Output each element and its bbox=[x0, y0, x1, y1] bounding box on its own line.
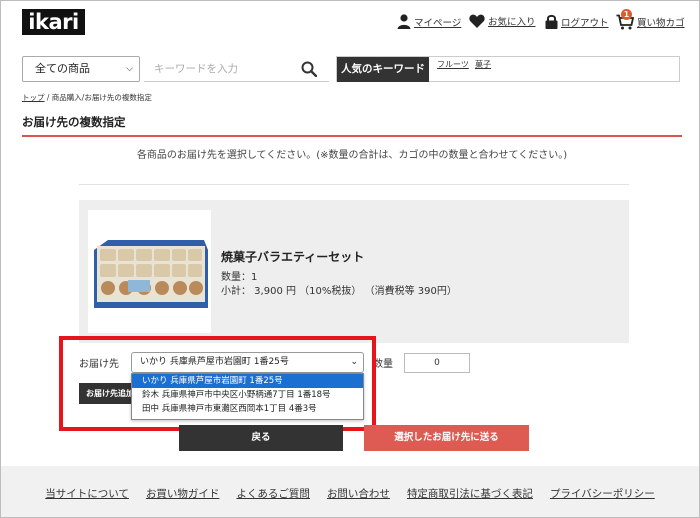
logout-link[interactable]: ログアウト bbox=[545, 14, 609, 29]
footer: 当サイトについて お買い物ガイド よくあるご質問 お問い合わせ 特定商取引法に基… bbox=[1, 466, 699, 517]
footer-link[interactable]: お問い合わせ bbox=[327, 486, 390, 501]
user-icon bbox=[397, 14, 411, 29]
title-divider bbox=[22, 135, 682, 137]
favorites-link[interactable]: お気に入り bbox=[469, 14, 536, 28]
instructions-text: 各商品のお届け先を選択してください。(※数量の合計は、カゴの中の数量と合わせてく… bbox=[136, 150, 568, 161]
quantity-input[interactable]: 0 bbox=[404, 353, 470, 373]
mypage-label: マイページ bbox=[414, 17, 462, 29]
page-title: お届け先の複数指定 bbox=[22, 115, 126, 129]
mypage-link[interactable]: マイページ bbox=[397, 14, 461, 29]
footer-links: 当サイトについて お買い物ガイド よくあるご質問 お問い合わせ 特定商取引法に基… bbox=[1, 486, 699, 501]
site-logo[interactable]: ikari bbox=[22, 9, 85, 35]
quantity-label: 数量 bbox=[373, 359, 393, 370]
footer-link[interactable]: 特定商取引法に基づく表記 bbox=[407, 486, 533, 501]
search-icon[interactable] bbox=[301, 61, 317, 77]
logout-label: ログアウト bbox=[561, 17, 609, 29]
popular-keyword-link[interactable]: フルーツ bbox=[437, 59, 469, 70]
product-card: 焼菓子バラエティーセット 数量：1 小計： 3,900 円 （10%税抜） （消… bbox=[79, 200, 629, 343]
popular-keyword-link[interactable]: 菓子 bbox=[475, 59, 491, 70]
back-button[interactable]: 戻る bbox=[179, 425, 343, 451]
breadcrumb-current: 商品購入/お届け先の複数指定 bbox=[51, 93, 152, 102]
product-image bbox=[88, 210, 211, 333]
send-to-selected-button[interactable]: 選択したお届け先に送る bbox=[364, 425, 529, 451]
footer-link[interactable]: プライバシーポリシー bbox=[550, 486, 655, 501]
category-value: 全ての商品 bbox=[35, 62, 90, 75]
divider bbox=[79, 184, 629, 185]
popular-keywords-label: 人気のキーワード bbox=[337, 57, 429, 82]
footer-link[interactable]: 当サイトについて bbox=[45, 486, 129, 501]
category-select[interactable]: 全ての商品 ⌵ bbox=[22, 56, 140, 82]
search-bar: 全ての商品 ⌵ 人気のキーワード フルーツ 菓子 bbox=[22, 56, 680, 82]
breadcrumb-home[interactable]: トップ bbox=[22, 93, 45, 102]
breadcrumb: トップ / 商品購入/お届け先の複数指定 bbox=[22, 92, 152, 103]
footer-link[interactable]: よくあるご質問 bbox=[236, 486, 310, 501]
cart-label: 買い物カゴ bbox=[637, 18, 685, 29]
heart-icon bbox=[469, 14, 485, 28]
highlight-box bbox=[59, 336, 376, 431]
product-quantity: 数量：1 bbox=[221, 272, 258, 283]
popular-keywords: 人気のキーワード フルーツ 菓子 bbox=[336, 56, 680, 82]
favorites-label: お気に入り bbox=[488, 17, 536, 28]
product-subtotal: 小計： 3,900 円 （10%税抜） （消費税等 390円） bbox=[221, 286, 457, 297]
cart-count-badge: 1 bbox=[621, 9, 632, 20]
lock-icon bbox=[545, 14, 558, 29]
breadcrumb-separator: / bbox=[44, 93, 52, 102]
product-name: 焼菓子バラエティーセット bbox=[221, 250, 365, 264]
chevron-down-icon: ⌵ bbox=[126, 64, 133, 74]
footer-link[interactable]: お買い物ガイド bbox=[146, 486, 220, 501]
